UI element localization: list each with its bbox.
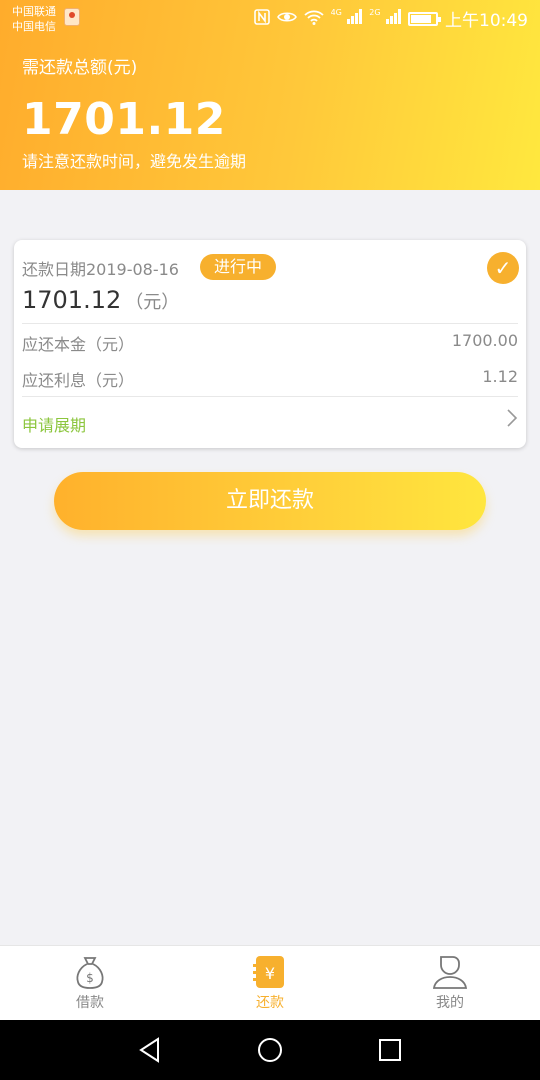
signal-icon-2: 2G bbox=[369, 8, 401, 29]
recents-icon[interactable] bbox=[370, 1034, 410, 1066]
notice-text: 请注意还款时间，避免发生逾期 bbox=[22, 152, 247, 171]
check-icon[interactable]: ✓ bbox=[487, 252, 519, 284]
network-label-1: 4G bbox=[330, 8, 342, 17]
carrier-2: 中国电信 bbox=[12, 20, 56, 33]
svg-text:¥: ¥ bbox=[265, 964, 275, 983]
repayment-card[interactable]: 还款日期2019-08-16 进行中 ✓ 1701.12 （元） 应还本金（元） … bbox=[14, 240, 526, 448]
card-amount-value: 1701.12 bbox=[22, 286, 122, 314]
due-date: 还款日期2019-08-16 bbox=[22, 260, 179, 279]
total-label: 需还款总额(元) bbox=[22, 58, 138, 78]
apply-extension-link[interactable]: 申请展期 bbox=[22, 412, 86, 436]
carrier-1: 中国联通 bbox=[12, 5, 56, 18]
tab-borrow[interactable]: $ 借款 bbox=[50, 954, 130, 1012]
wifi-icon bbox=[303, 9, 324, 29]
tab-label: 我的 bbox=[436, 995, 464, 1011]
chevron-right-icon[interactable] bbox=[506, 408, 518, 434]
carrier-names: 中国联通 中国电信 bbox=[12, 4, 56, 34]
nfc-icon bbox=[253, 8, 270, 29]
repay-icon: ¥ bbox=[253, 956, 284, 988]
tab-label: 还款 bbox=[256, 995, 284, 1011]
header: 中国联通 中国电信 4G 2G 上午10:49 需还款总额(元) 1701.12… bbox=[0, 0, 540, 190]
tab-bar: $ 借款 ¥ 还款 我的 bbox=[0, 945, 540, 1020]
principal-value: 1700.00 bbox=[451, 331, 518, 350]
tab-label: 借款 bbox=[76, 995, 104, 1011]
battery-icon bbox=[408, 11, 441, 26]
card-amount: 1701.12 （元） bbox=[22, 286, 179, 314]
total-amount: 1701.12 bbox=[22, 94, 226, 145]
clock: 上午10:49 bbox=[445, 11, 528, 31]
svg-text:$: $ bbox=[86, 971, 94, 985]
network-label-2: 2G bbox=[369, 8, 381, 17]
repay-now-button[interactable]: 立即还款 bbox=[54, 472, 486, 530]
principal-label: 应还本金（元） bbox=[22, 335, 135, 354]
status-bar: 中国联通 中国电信 4G 2G 上午10:49 bbox=[0, 0, 540, 40]
profile-icon bbox=[432, 956, 468, 989]
status-badge: 进行中 bbox=[200, 254, 277, 280]
divider bbox=[22, 396, 518, 397]
back-icon[interactable] bbox=[130, 1034, 170, 1066]
home-icon[interactable] bbox=[250, 1034, 290, 1066]
interest-value: 1.12 bbox=[482, 367, 518, 386]
tab-repay[interactable]: ¥ 还款 bbox=[230, 954, 310, 1012]
eye-icon bbox=[276, 10, 297, 28]
tab-mine[interactable]: 我的 bbox=[410, 954, 490, 1012]
signal-icon-1: 4G bbox=[331, 8, 363, 29]
card-amount-unit: （元） bbox=[125, 292, 180, 313]
divider bbox=[22, 323, 518, 324]
money-bag-icon: $ bbox=[76, 957, 104, 989]
status-icons: 4G 2G 上午10:49 bbox=[253, 6, 528, 31]
system-nav-bar bbox=[0, 1020, 540, 1080]
interest-label: 应还利息（元） bbox=[22, 371, 135, 390]
carrier-badge-icon bbox=[64, 8, 80, 26]
